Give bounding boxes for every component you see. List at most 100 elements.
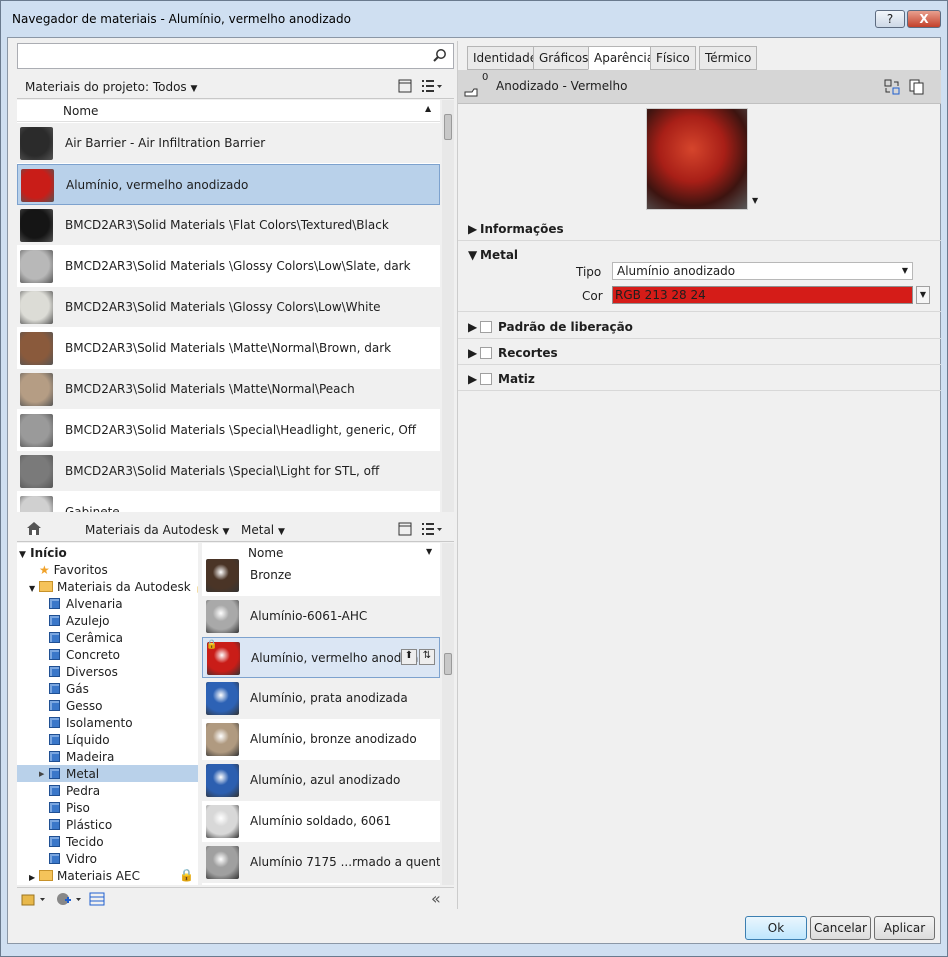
material-row[interactable]: Air Barrier - Air Infiltration Barrier (17, 123, 440, 164)
tree-node-category[interactable]: Líquido (49, 732, 110, 749)
tab-térmico[interactable]: Térmico (699, 46, 758, 70)
matiz-checkbox[interactable] (480, 373, 492, 385)
material-row[interactable]: Gabinete (17, 492, 440, 512)
chevron-down-icon: ▼ (222, 527, 230, 537)
sort-asc-icon[interactable]: ▲ (425, 104, 431, 113)
tree-node-category[interactable]: Azulejo (49, 613, 110, 630)
cor-dropdown-button[interactable]: ▼ (916, 286, 930, 304)
breadcrumb-library[interactable]: Materiais da Autodesk ▼ (77, 520, 229, 540)
scroll-thumb[interactable] (444, 653, 452, 675)
tab-físico[interactable]: Físico (650, 46, 696, 70)
material-row[interactable]: BMCD2AR3\Solid Materials \Matte\Normal\P… (17, 369, 440, 410)
section-matiz-label: Matiz (498, 372, 535, 386)
library-manager-icon[interactable] (21, 892, 47, 906)
section-informacoes[interactable]: ▶ Informações (458, 217, 941, 241)
tipo-select[interactable]: Alumínio anodizado ▼ (612, 262, 913, 280)
close-button[interactable]: X (907, 10, 941, 28)
search-icon[interactable] (433, 48, 447, 62)
section-recortes[interactable]: ▶ Recortes (458, 341, 941, 365)
library-material-row[interactable]: Alumínio, vermelho anodiza 🔒 ⬆ ⇅ (202, 637, 440, 678)
material-row[interactable]: BMCD2AR3\Solid Materials \Matte\Normal\B… (17, 328, 440, 369)
material-row[interactable]: BMCD2AR3\Solid Materials \Special\Headli… (17, 410, 440, 451)
tree-node-category[interactable]: Madeira (49, 749, 114, 766)
apply-button[interactable]: Aplicar (874, 916, 935, 940)
padrao-checkbox[interactable] (480, 321, 492, 333)
tree-node-category[interactable]: Isolamento (49, 715, 133, 732)
tree-node-category[interactable]: Piso (49, 800, 90, 817)
search-input[interactable] (22, 47, 422, 65)
material-row[interactable]: BMCD2AR3\Solid Materials \Glossy Colors\… (17, 246, 440, 287)
tree-node-category[interactable]: Alvenaria (49, 596, 123, 613)
ok-button[interactable]: Ok (745, 916, 807, 940)
add-to-document-icon[interactable]: ⬆ (401, 649, 417, 665)
library-material-row[interactable]: Alumínio, azul anodizado (202, 760, 440, 801)
material-name: BMCD2AR3\Solid Materials \Glossy Colors\… (65, 300, 381, 314)
material-preview-swatch[interactable] (646, 108, 748, 210)
tab-gráficos[interactable]: Gráficos (533, 46, 595, 70)
material-row[interactable]: BMCD2AR3\Solid Materials \Special\Light … (17, 451, 440, 492)
material-editor-icon[interactable] (89, 892, 105, 906)
cor-color-field[interactable]: RGB 213 28 24 (612, 286, 913, 304)
collapse-panel-icon[interactable]: « (431, 889, 441, 908)
create-material-icon[interactable] (55, 891, 83, 907)
project-filter-dropdown[interactable]: Materiais do projeto: Todos ▼ (17, 77, 197, 97)
tree-node-category-label: Alvenaria (66, 597, 123, 611)
tree-node-category[interactable]: Pedra (49, 783, 100, 800)
recortes-checkbox[interactable] (480, 347, 492, 359)
duplicate-asset-icon[interactable] (909, 79, 925, 95)
tree-node-favorites[interactable]: ★ Favoritos (39, 562, 108, 579)
preview-options-dropdown-icon[interactable]: ▼ (752, 196, 758, 205)
tree-node-category[interactable]: Vidro (49, 851, 97, 868)
material-name: Gabinete (65, 505, 120, 512)
material-row[interactable]: BMCD2AR3\Solid Materials \Flat Colors\Te… (17, 205, 440, 246)
section-matiz[interactable]: ▶ Matiz (458, 367, 941, 391)
breadcrumb-category[interactable]: Metal ▼ (233, 520, 285, 540)
material-name: Alumínio, bronze anodizado (250, 732, 417, 746)
cancel-button[interactable]: Cancelar (810, 916, 871, 940)
section-padrao[interactable]: ▶ Padrão de liberação (458, 315, 941, 339)
category-icon (49, 853, 60, 864)
library-list-scrollbar[interactable] (442, 543, 454, 885)
tree-node-category[interactable]: Cerâmica (49, 630, 123, 647)
chevron-down-icon: ▼ (190, 84, 198, 94)
library-material-row[interactable]: Bronze (202, 555, 440, 596)
list-view-icon[interactable] (421, 79, 443, 93)
material-thumbnail (20, 373, 53, 406)
column-header-name[interactable]: Nome (63, 104, 98, 118)
library-material-row[interactable]: Alumínio-6061-AHC (202, 596, 440, 637)
material-row[interactable]: BMCD2AR3\Solid Materials \Glossy Colors\… (17, 287, 440, 328)
view-layout-icon[interactable] (398, 522, 412, 536)
project-list-scrollbar[interactable] (442, 100, 454, 512)
tree-node-category[interactable]: Gesso (49, 698, 103, 715)
material-thumbnail (20, 250, 53, 283)
lock-icon: 🔒 (179, 868, 194, 882)
tree-node-category[interactable]: Plástico (49, 817, 112, 834)
help-button[interactable]: ? (875, 10, 905, 28)
tree-node-category[interactable]: Tecido (49, 834, 104, 851)
library-material-row[interactable]: Alumínio, prata anodizada (202, 678, 440, 719)
tree-node-category[interactable]: Diversos (49, 664, 118, 681)
view-layout-icon[interactable] (398, 79, 412, 93)
tree-node-category[interactable]: Concreto (49, 647, 120, 664)
list-view-icon[interactable] (421, 522, 443, 536)
library-material-row[interactable]: Alumínio, bronze anodizado (202, 719, 440, 760)
tree-node-autodesk[interactable]: ▼ Materiais da Autodesk 🔒 (29, 579, 198, 596)
tree-node-category[interactable]: ▶ Metal (39, 766, 99, 783)
material-name: Alumínio 7175 ...rmado a quente (250, 855, 440, 869)
tree-node-home[interactable]: ▼ Início (19, 545, 67, 562)
tab-identidade[interactable]: Identidade (467, 46, 544, 70)
tree-node-aec-label: Materiais AEC (56, 869, 140, 883)
library-material-row[interactable]: Alumínio soldado, 6061 (202, 801, 440, 842)
scroll-thumb[interactable] (444, 114, 452, 140)
home-icon[interactable] (26, 521, 42, 536)
tree-node-category[interactable]: Gás (49, 681, 89, 698)
collapsed-icon: ▶ (468, 372, 478, 386)
tree-node-aec[interactable]: ▶ Materiais AEC (29, 868, 140, 885)
material-thumbnail (206, 805, 239, 838)
material-thumbnail (206, 600, 239, 633)
replace-in-document-icon[interactable]: ⇅ (419, 649, 435, 665)
library-material-row[interactable]: Alumínio 7175 ...rmado a quente (202, 842, 440, 883)
material-name: Alumínio, prata anodizada (250, 691, 408, 705)
material-row[interactable]: Alumínio, vermelho anodizado (17, 164, 440, 205)
replace-asset-icon[interactable] (884, 79, 900, 95)
